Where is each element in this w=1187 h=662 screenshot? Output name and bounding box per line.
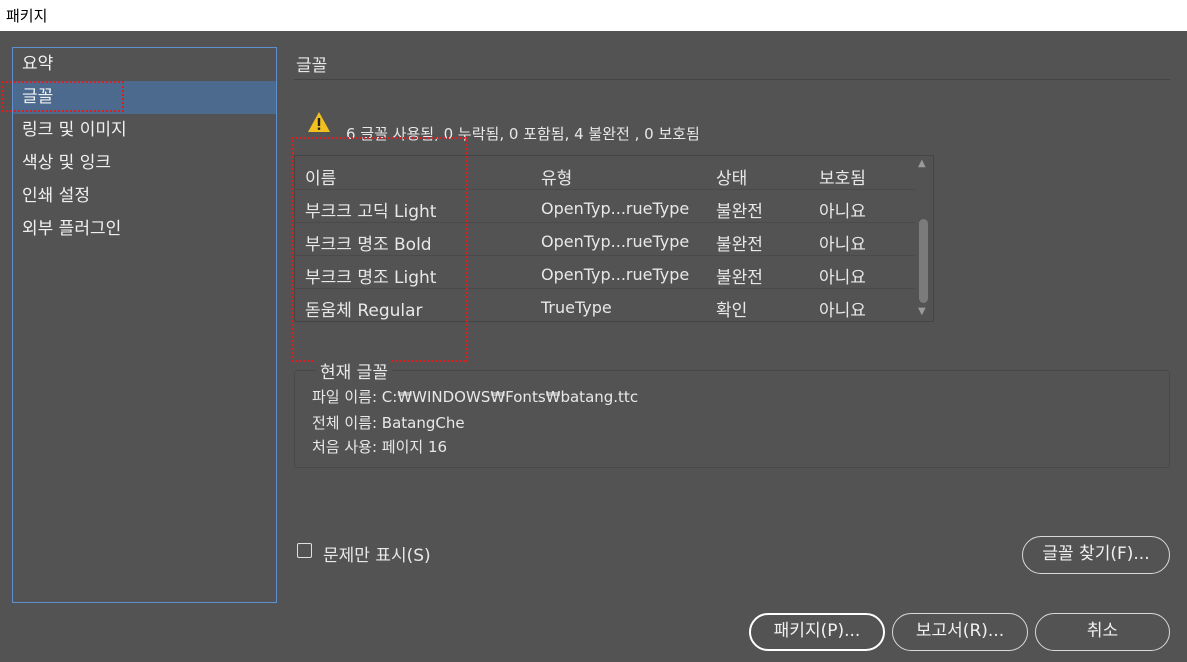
table-row[interactable]: 부크크 명조 Light OpenTyp...rueType 불완전 아니요 bbox=[295, 255, 915, 289]
column-header-status[interactable]: 상태 bbox=[716, 164, 747, 189]
cell-type: OpenTyp...rueType bbox=[541, 232, 690, 251]
table-row[interactable]: 부크크 고딕 Light OpenTyp...rueType 불완전 아니요 bbox=[295, 189, 915, 223]
cell-status: 불완전 bbox=[716, 235, 763, 255]
scroll-up-icon[interactable]: ▲ bbox=[918, 159, 928, 169]
warning-icon bbox=[308, 112, 330, 132]
cell-protected: 아니요 bbox=[819, 301, 866, 321]
current-font-title: 현재 글꼴 bbox=[316, 358, 392, 383]
cell-protected: 아니요 bbox=[819, 235, 866, 255]
table-row[interactable]: 부크크 명조 Bold OpenTyp...rueType 불완전 아니요 bbox=[295, 222, 915, 256]
font-summary-text: 6 글꼴 사용됨, 0 누락됨, 0 포함됨, 4 불완전 , 0 보호됨 bbox=[346, 125, 700, 143]
section-title: 글꼴 bbox=[296, 56, 328, 76]
window-title: 패키지 bbox=[6, 7, 48, 25]
cell-type: OpenTyp...rueType bbox=[541, 265, 690, 284]
cell-protected: 아니요 bbox=[819, 268, 866, 288]
column-header-type[interactable]: 유형 bbox=[541, 164, 572, 189]
show-problems-only-checkbox[interactable] bbox=[297, 543, 312, 558]
find-font-button[interactable]: 글꼴 찾기(F)... bbox=[1022, 536, 1170, 574]
sidebar-item-label: 요약 bbox=[22, 54, 54, 74]
sidebar-item-label: 외부 플러그인 bbox=[22, 219, 122, 239]
sidebar-item-colors-inks[interactable]: 색상 및 잉크 bbox=[13, 147, 276, 180]
window-titlebar: 패키지 bbox=[0, 0, 1187, 31]
sidebar-item-external-plugins[interactable]: 외부 플러그인 bbox=[13, 213, 276, 246]
cell-type: OpenTyp...rueType bbox=[541, 199, 690, 218]
scroll-thumb[interactable] bbox=[919, 219, 928, 303]
table-scrollbar[interactable]: ▲ ▼ bbox=[915, 157, 932, 320]
sidebar-item-print-settings[interactable]: 인쇄 설정 bbox=[13, 180, 276, 213]
sidebar-item-label: 링크 및 이미지 bbox=[22, 120, 127, 140]
sidebar-item-label: 인쇄 설정 bbox=[22, 186, 90, 206]
cell-name: 부크크 고딕 Light bbox=[305, 202, 437, 222]
cell-protected: 아니요 bbox=[819, 202, 866, 222]
cell-name: 부크크 명조 Light bbox=[305, 268, 437, 288]
cell-name: 부크크 명조 Bold bbox=[305, 235, 432, 255]
table-row[interactable]: 돋움체 Regular TrueType 확인 아니요 bbox=[295, 288, 915, 322]
sidebar-item-label: 글꼴 bbox=[22, 87, 54, 107]
column-header-name[interactable]: 이름 bbox=[305, 164, 336, 189]
current-font-full-name: 전체 이름: BatangChe bbox=[312, 414, 465, 432]
cell-type: TrueType bbox=[541, 298, 612, 317]
cell-name: 돋움체 Regular bbox=[305, 301, 423, 321]
sidebar-item-summary[interactable]: 요약 bbox=[13, 48, 276, 81]
current-font-first-use: 처음 사용: 페이지 16 bbox=[312, 438, 448, 456]
category-sidebar: 요약 글꼴 링크 및 이미지 색상 및 잉크 인쇄 설정 외부 플러그인 bbox=[12, 47, 277, 603]
cell-status: 확인 bbox=[716, 301, 748, 321]
column-header-protected[interactable]: 보호됨 bbox=[819, 164, 866, 189]
sidebar-item-fonts[interactable]: 글꼴 bbox=[13, 81, 276, 114]
font-list-table: 이름 유형 상태 보호됨 부크크 고딕 Light OpenTyp...rueT… bbox=[294, 155, 934, 322]
cell-status: 불완전 bbox=[716, 202, 763, 222]
current-font-file-name: 파일 이름: C:₩WINDOWS₩Fonts₩batang.ttc bbox=[312, 388, 639, 406]
cell-status: 불완전 bbox=[716, 268, 763, 288]
scroll-down-icon[interactable]: ▼ bbox=[918, 307, 928, 317]
section-divider bbox=[294, 79, 1170, 80]
show-problems-only-label[interactable]: 문제만 표시(S) bbox=[323, 541, 431, 566]
sidebar-item-links-images[interactable]: 링크 및 이미지 bbox=[13, 114, 276, 147]
sidebar-item-label: 색상 및 잉크 bbox=[22, 153, 112, 173]
package-button[interactable]: 패키지(P)... bbox=[749, 613, 885, 651]
cancel-button[interactable]: 취소 bbox=[1035, 613, 1170, 651]
report-button[interactable]: 보고서(R)... bbox=[892, 613, 1028, 651]
